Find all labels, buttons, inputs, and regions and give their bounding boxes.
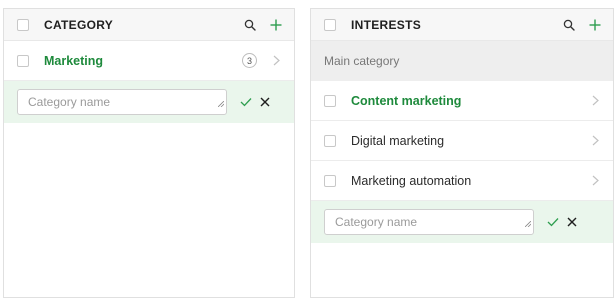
list-item[interactable]: Marketing automation — [311, 161, 613, 201]
list-item[interactable]: Marketing 3 — [4, 41, 294, 81]
select-all-checkbox[interactable] — [17, 18, 29, 31]
row-checkbox[interactable] — [324, 134, 336, 147]
resize-grip-icon[interactable] — [524, 214, 532, 232]
plus-icon[interactable] — [589, 19, 601, 31]
list-item-label: Content marketing — [351, 93, 462, 108]
chevron-right-icon[interactable] — [592, 135, 599, 146]
check-icon[interactable] — [240, 97, 252, 107]
select-all-checkbox[interactable] — [324, 18, 336, 31]
category-panel-header: CATEGORY — [4, 9, 294, 41]
close-icon[interactable] — [260, 97, 270, 107]
new-category-row — [4, 81, 294, 123]
category-name-input[interactable] — [28, 95, 216, 109]
category-name-input-wrapper — [17, 89, 227, 115]
category-panel: CATEGORY Marketing 3 — [3, 8, 295, 298]
category-name-input[interactable] — [335, 215, 523, 229]
check-icon[interactable] — [547, 217, 559, 227]
resize-grip-icon[interactable] — [217, 94, 225, 112]
interests-panel: INTERESTS Main category Content marketin… — [310, 8, 614, 298]
list-item-label: Marketing — [44, 53, 104, 68]
count-badge: 3 — [242, 53, 257, 68]
list-item[interactable]: Content marketing — [311, 81, 613, 121]
interests-panel-header: INTERESTS — [311, 9, 613, 41]
chevron-right-icon[interactable] — [592, 175, 599, 186]
category-name-input-wrapper — [324, 209, 534, 235]
panel-title: CATEGORY — [44, 17, 114, 32]
search-icon[interactable] — [563, 19, 575, 31]
section-label: Main category — [311, 41, 613, 81]
list-item-label: Marketing automation — [351, 173, 472, 188]
row-checkbox[interactable] — [324, 174, 336, 187]
new-category-row — [311, 201, 613, 243]
chevron-right-icon[interactable] — [273, 55, 280, 66]
panel-title: INTERESTS — [351, 17, 422, 32]
chevron-right-icon[interactable] — [592, 95, 599, 106]
list-item[interactable]: Digital marketing — [311, 121, 613, 161]
close-icon[interactable] — [567, 217, 577, 227]
row-checkbox[interactable] — [324, 94, 336, 107]
list-item-label: Digital marketing — [351, 133, 445, 148]
search-icon[interactable] — [244, 19, 256, 31]
plus-icon[interactable] — [270, 19, 282, 31]
row-checkbox[interactable] — [17, 54, 29, 67]
